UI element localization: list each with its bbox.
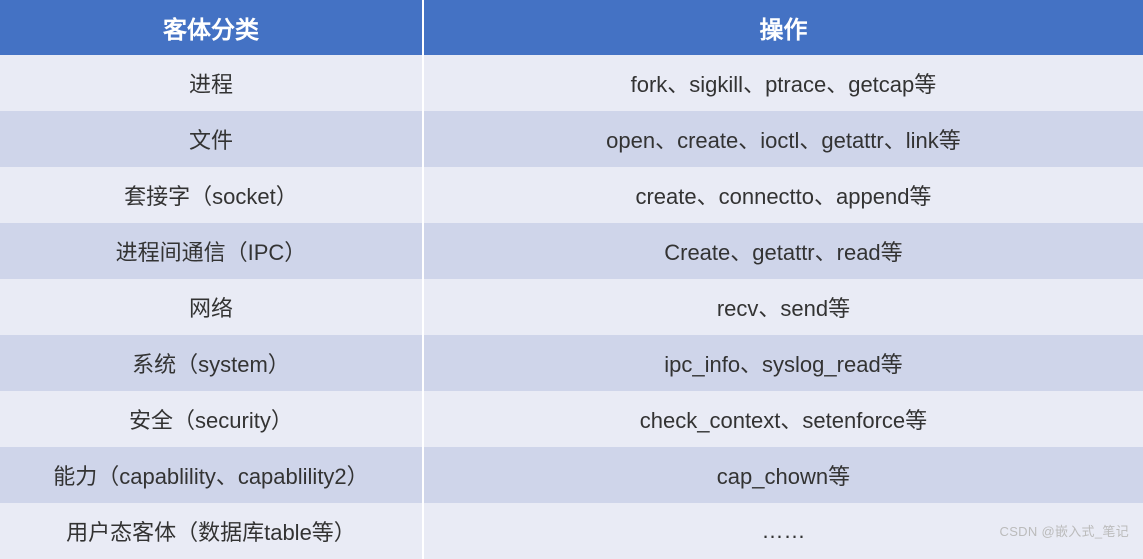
table-row: 能力（capablility、capablility2） cap_chown等 bbox=[0, 447, 1143, 503]
cell-operation: open、create、ioctl、getattr、link等 bbox=[423, 111, 1143, 167]
cell-category: 进程 bbox=[0, 55, 423, 111]
table-row: 进程间通信（IPC） Create、getattr、read等 bbox=[0, 223, 1143, 279]
table-header-row: 客体分类 操作 bbox=[0, 0, 1143, 55]
table-row: 安全（security） check_context、setenforce等 bbox=[0, 391, 1143, 447]
cell-operation: fork、sigkill、ptrace、getcap等 bbox=[423, 55, 1143, 111]
cell-operation: ipc_info、syslog_read等 bbox=[423, 335, 1143, 391]
cell-category: 网络 bbox=[0, 279, 423, 335]
cell-category: 文件 bbox=[0, 111, 423, 167]
table-row: 进程 fork、sigkill、ptrace、getcap等 bbox=[0, 55, 1143, 111]
table-row: 套接字（socket） create、connectto、append等 bbox=[0, 167, 1143, 223]
table-row: 用户态客体（数据库table等） …… bbox=[0, 503, 1143, 559]
header-operation: 操作 bbox=[423, 0, 1143, 55]
cell-operation: recv、send等 bbox=[423, 279, 1143, 335]
table-row: 文件 open、create、ioctl、getattr、link等 bbox=[0, 111, 1143, 167]
cell-operation: check_context、setenforce等 bbox=[423, 391, 1143, 447]
cell-operation: create、connectto、append等 bbox=[423, 167, 1143, 223]
category-operation-table: 客体分类 操作 进程 fork、sigkill、ptrace、getcap等 文… bbox=[0, 0, 1143, 559]
cell-category: 能力（capablility、capablility2） bbox=[0, 447, 423, 503]
cell-category: 套接字（socket） bbox=[0, 167, 423, 223]
header-category: 客体分类 bbox=[0, 0, 423, 55]
cell-category: 用户态客体（数据库table等） bbox=[0, 503, 423, 559]
table-row: 网络 recv、send等 bbox=[0, 279, 1143, 335]
cell-operation: cap_chown等 bbox=[423, 447, 1143, 503]
watermark-text: CSDN @嵌入式_笔记 bbox=[1000, 521, 1129, 540]
cell-category: 安全（security） bbox=[0, 391, 423, 447]
cell-category: 系统（system） bbox=[0, 335, 423, 391]
cell-category: 进程间通信（IPC） bbox=[0, 223, 423, 279]
cell-operation: Create、getattr、read等 bbox=[423, 223, 1143, 279]
table-row: 系统（system） ipc_info、syslog_read等 bbox=[0, 335, 1143, 391]
